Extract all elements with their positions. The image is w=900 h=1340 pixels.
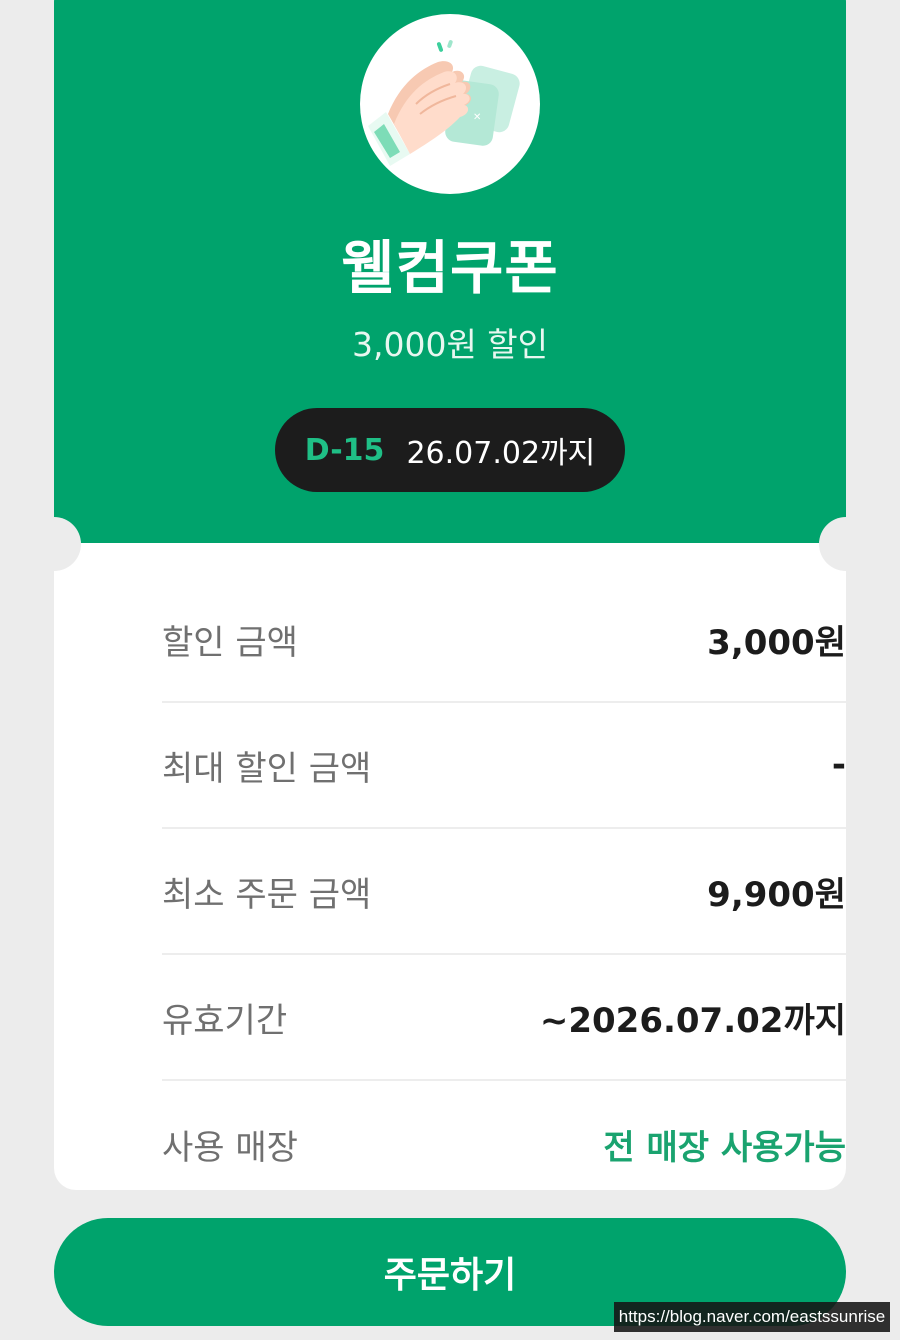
detail-label: 유효기간 (162, 1000, 288, 1041)
coupon-discount-subtitle: 3,000원 할인 (351, 325, 549, 364)
clapping-hands-icon: ✕ (360, 14, 540, 194)
blog-watermark: https://blog.naver.com/eastssunrise (614, 1302, 890, 1332)
coupon-title: 웰컴쿠폰 (341, 234, 559, 302)
detail-row-validity: 유효기간 ~2026.07.02까지 (162, 955, 846, 1081)
ticket-notch-right (819, 517, 873, 571)
detail-value-highlight: 전 매장 사용가능 (603, 1127, 846, 1168)
dday-counter: D-15 (304, 432, 385, 468)
ticket-notch-left (27, 517, 81, 571)
detail-row-stores: 사용 매장 전 매장 사용가능 (162, 1081, 846, 1190)
detail-value: 3,000원 (707, 622, 846, 663)
svg-text:✕: ✕ (473, 112, 481, 123)
detail-label: 사용 매장 (162, 1127, 298, 1168)
detail-value: ~2026.07.02까지 (539, 1000, 846, 1041)
detail-row-min-order: 최소 주문 금액 9,900원 (162, 829, 846, 955)
detail-row-max-discount: 최대 할인 금액 - (162, 703, 846, 829)
detail-value: 9,900원 (707, 874, 846, 915)
expiry-badge: D-15 26.07.02까지 (275, 408, 625, 492)
detail-label: 최대 할인 금액 (162, 748, 372, 789)
detail-label: 할인 금액 (162, 622, 298, 663)
expiry-date: 26.07.02까지 (406, 436, 596, 471)
detail-value: - (831, 745, 846, 785)
detail-label: 최소 주문 금액 (162, 874, 372, 915)
detail-row-discount-amount: 할인 금액 3,000원 (162, 577, 846, 703)
